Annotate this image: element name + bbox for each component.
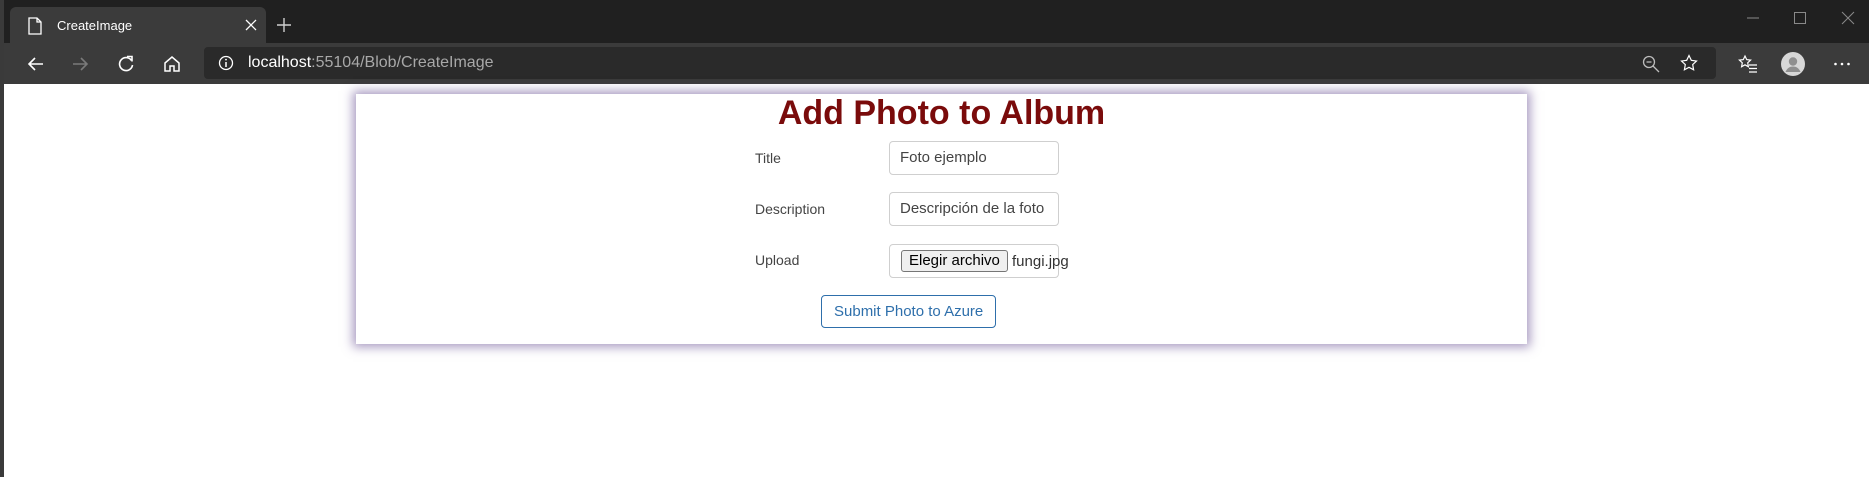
tab-createimage[interactable]: CreateImage — [10, 7, 266, 43]
choose-file-button[interactable]: Elegir archivo — [901, 250, 1008, 272]
file-upload-input[interactable]: Elegir archivo fungi.jpg — [889, 244, 1069, 278]
photo-form-card: Add Photo to Album Title Foto ejemplo De… — [356, 94, 1527, 344]
info-icon[interactable] — [218, 55, 234, 71]
zoom-out-icon[interactable] — [1642, 55, 1660, 73]
address-bar[interactable]: localhost:55104/Blob/CreateImage — [204, 47, 1716, 79]
minimize-icon[interactable] — [1745, 10, 1761, 26]
back-arrow-icon[interactable] — [26, 54, 46, 74]
reload-icon[interactable] — [116, 54, 136, 74]
page-title: Add Photo to Album — [777, 94, 1106, 132]
title-input[interactable]: Foto ejemplo — [889, 141, 1059, 175]
url-host: localhost — [248, 54, 312, 71]
more-icon[interactable] — [1832, 54, 1852, 74]
upload-label: Upload — [755, 252, 800, 268]
forward-arrow-icon[interactable] — [70, 54, 90, 74]
maximize-icon[interactable] — [1792, 10, 1808, 26]
submit-photo-button[interactable]: Submit Photo to Azure — [821, 295, 997, 328]
favorites-icon[interactable] — [1738, 54, 1758, 74]
selected-file-name: fungi.jpg — [1012, 253, 1069, 270]
toolbar: localhost:55104/Blob/CreateImage — [4, 43, 1869, 84]
tab-title: CreateImage — [57, 18, 133, 33]
close-icon[interactable] — [244, 18, 258, 32]
tab-strip: CreateImage — [4, 0, 1869, 43]
url-text[interactable]: localhost:55104/Blob/CreateImage — [248, 54, 494, 72]
profile-icon[interactable] — [1781, 52, 1805, 76]
browser-window: CreateImage localhost:55104/Blob/CreateI… — [4, 0, 1869, 477]
window-close-icon[interactable] — [1840, 10, 1856, 26]
plus-icon[interactable] — [276, 17, 292, 33]
url-path: :55104/Blob/CreateImage — [311, 54, 494, 71]
star-icon[interactable] — [1680, 54, 1698, 72]
title-label: Title — [755, 150, 781, 166]
page-icon — [28, 17, 42, 35]
description-input[interactable]: Descripción de la foto — [889, 192, 1059, 226]
home-icon[interactable] — [162, 54, 182, 74]
description-label: Description — [755, 201, 826, 217]
